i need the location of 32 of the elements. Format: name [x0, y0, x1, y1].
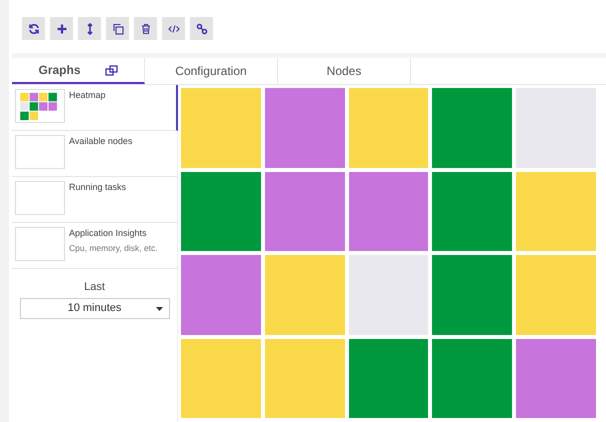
- tab[interactable]: Configuration: [145, 58, 278, 84]
- copy-button[interactable]: [106, 17, 129, 40]
- windows-icon: [104, 64, 118, 76]
- range-dropdown[interactable]: 10 minutes: [20, 298, 170, 318]
- delete-button[interactable]: [134, 17, 157, 40]
- graph-subtitle: Cpu, memory, disk, etc.: [69, 243, 158, 254]
- plus-icon: [56, 22, 68, 34]
- caret-icon: [156, 306, 162, 310]
- copy-icon: [112, 22, 124, 34]
- resize-button[interactable]: [78, 17, 101, 40]
- tab[interactable]: Nodes: [278, 58, 411, 84]
- graph-item[interactable]: Heatmap: [12, 85, 178, 131]
- graph-item[interactable]: Running tasks: [12, 177, 178, 223]
- range-label: Last: [84, 280, 105, 295]
- graph-item[interactable]: Available nodes: [12, 131, 178, 177]
- code-button[interactable]: [162, 17, 185, 40]
- graph-title: Running tasks: [69, 182, 126, 193]
- refresh-icon: [28, 22, 40, 34]
- link-button[interactable]: [190, 17, 213, 40]
- link-icon: [196, 22, 208, 34]
- heatmap-thumbnail: [15, 89, 65, 123]
- graph-title: Heatmap: [69, 90, 106, 101]
- graph-item[interactable]: Application Insights Cpu, memory, disk, etc.: [12, 223, 178, 269]
- empty-thumbnail: [15, 227, 65, 261]
- graph-title: Application Insights: [69, 228, 148, 239]
- graph-title: Available nodes: [69, 136, 132, 147]
- add-button[interactable]: [50, 17, 73, 40]
- empty-thumbnail: [15, 135, 65, 169]
- trash-icon: [140, 22, 152, 34]
- code-icon: [168, 22, 180, 34]
- refresh-button[interactable]: [22, 17, 45, 40]
- empty-thumbnail: [15, 181, 65, 215]
